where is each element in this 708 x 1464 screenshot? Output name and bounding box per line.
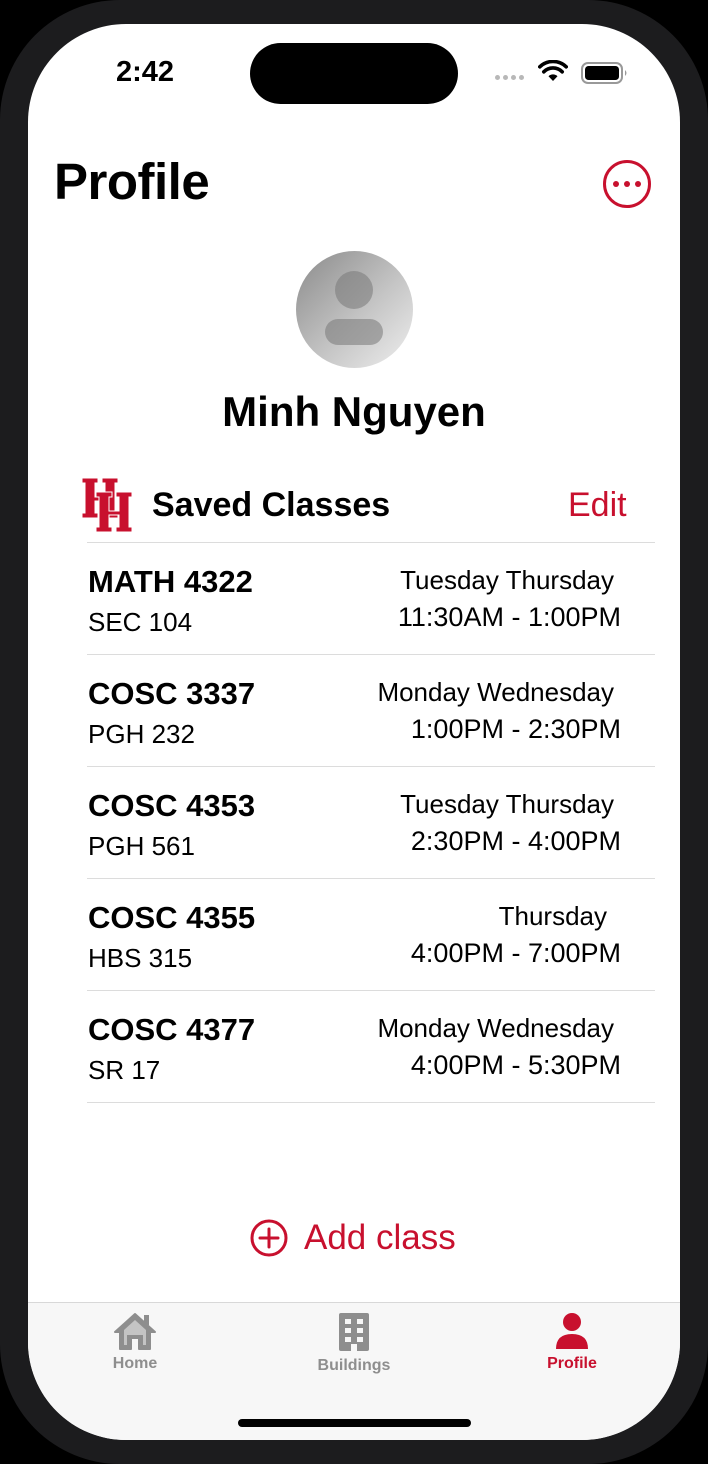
plus-circle-icon [250, 1219, 288, 1257]
class-time: 4:00PM - 5:30PM [410, 1050, 621, 1080]
ellipsis-dot [635, 181, 641, 187]
tab-home[interactable]: Home [70, 1311, 200, 1373]
uh-logo-icon [81, 477, 133, 533]
class-code: COSC 4353 [88, 788, 256, 823]
class-code: COSC 4355 [88, 900, 256, 935]
tab-label: Profile [547, 1355, 597, 1372]
wifi-icon [538, 60, 568, 81]
person-icon [556, 1313, 588, 1349]
ellipsis-dot [613, 181, 619, 187]
class-days: Monday Wednesday [377, 677, 614, 707]
phone-frame: 2:42 Profile Minh Nguyen Saved Classes E… [0, 0, 708, 1464]
tab-label: Buildings [317, 1357, 391, 1374]
class-row[interactable]: COSC 4377 SR 17 Monday Wednesday 4:00PM … [87, 991, 655, 1103]
building-icon [339, 1313, 369, 1351]
house-icon [114, 1313, 156, 1350]
tab-label: Home [112, 1355, 158, 1372]
user-name: Minh Nguyen [222, 388, 486, 435]
class-room: SR 17 [88, 1055, 161, 1085]
class-room: PGH 561 [88, 831, 195, 861]
saved-classes-list: MATH 4322 SEC 104 Tuesday Thursday 11:30… [87, 542, 655, 1103]
more-options-button[interactable] [603, 160, 651, 208]
class-time: 4:00PM - 7:00PM [410, 938, 621, 968]
class-row[interactable]: COSC 4353 PGH 561 Tuesday Thursday 2:30P… [87, 767, 655, 879]
cellular-signal-icon [495, 75, 524, 80]
add-class-button[interactable]: Add class [250, 1218, 456, 1258]
class-code: COSC 4377 [88, 1012, 256, 1047]
add-class-label: Add class [304, 1218, 456, 1257]
class-days: Thursday [498, 901, 607, 931]
class-room: SEC 104 [88, 607, 193, 637]
avatar[interactable] [296, 251, 413, 368]
class-days: Tuesday Thursday [400, 789, 614, 819]
edit-button[interactable]: Edit [568, 486, 627, 525]
class-room: HBS 315 [88, 943, 193, 973]
class-time: 2:30PM - 4:00PM [410, 826, 621, 856]
battery-icon [581, 62, 627, 84]
class-days: Tuesday Thursday [400, 565, 614, 595]
class-time: 1:00PM - 2:30PM [410, 714, 621, 744]
page-title: Profile [54, 153, 210, 210]
class-row[interactable]: MATH 4322 SEC 104 Tuesday Thursday 11:30… [87, 543, 655, 655]
class-code: MATH 4322 [88, 564, 253, 599]
screen: 2:42 Profile Minh Nguyen Saved Classes E… [28, 24, 680, 1440]
tab-profile[interactable]: Profile [507, 1311, 637, 1373]
saved-classes-title: Saved Classes [152, 486, 391, 524]
class-room: PGH 232 [88, 719, 195, 749]
class-row[interactable]: COSC 3337 PGH 232 Monday Wednesday 1:00P… [87, 655, 655, 767]
class-time: 11:30AM - 1:00PM [397, 602, 621, 632]
person-body-shape [325, 319, 383, 345]
status-time: 2:42 [116, 56, 175, 88]
dynamic-island [250, 43, 458, 104]
class-row[interactable]: COSC 4355 HBS 315 Thursday 4:00PM - 7:00… [87, 879, 655, 991]
home-indicator[interactable] [238, 1419, 471, 1427]
person-head-shape [335, 271, 373, 309]
class-days: Monday Wednesday [377, 1013, 614, 1043]
tab-buildings[interactable]: Buildings [289, 1311, 419, 1375]
class-code: COSC 3337 [88, 676, 256, 711]
ellipsis-dot [624, 181, 630, 187]
